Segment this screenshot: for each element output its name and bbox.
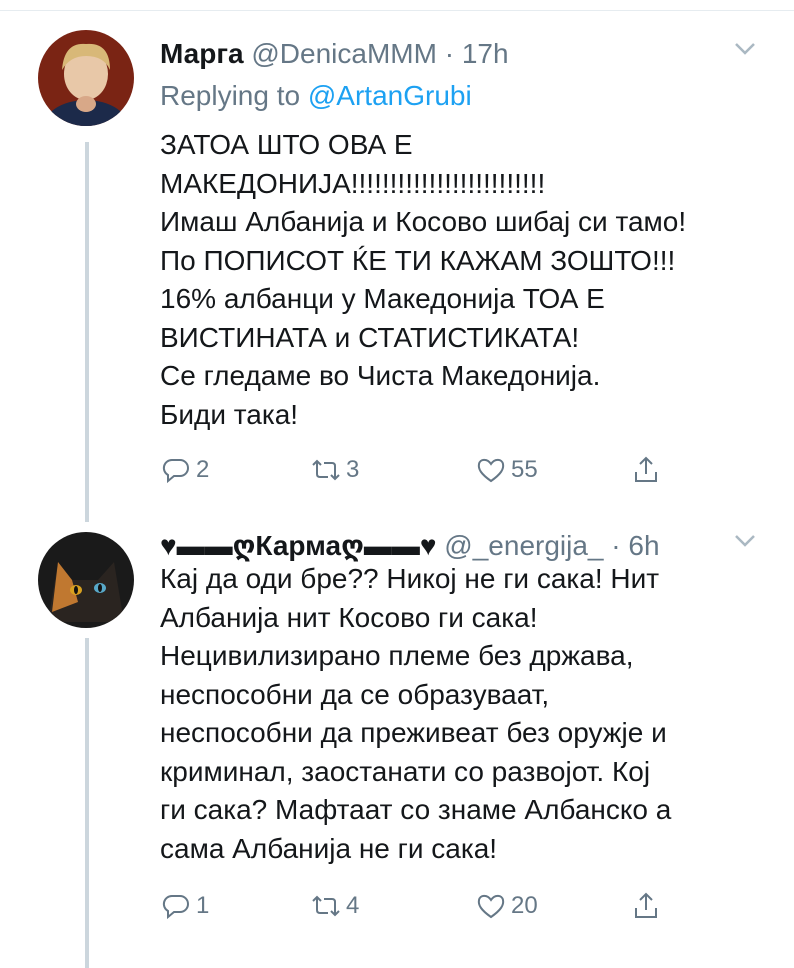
- retweet-count: 4: [346, 892, 360, 919]
- tweet-actions: 2 3 55: [160, 450, 720, 490]
- separator: ·: [611, 530, 621, 561]
- tweet-text-line: неспособни да се образуваат,: [160, 678, 550, 710]
- tweet-text-line: Биди така!: [160, 398, 299, 430]
- tweet-text: ЗАТОА ШТО ОВА Е МАКЕДОНИЈА!!!!!!!!!!!!!!…: [160, 126, 754, 434]
- retweet-icon: [312, 459, 340, 481]
- tweet[interactable]: Марга @DenicaMMM · 17h Replying to @Arta…: [0, 18, 794, 522]
- tweet-text-line: ЗАТОА ШТО ОВА Е: [160, 129, 413, 160]
- share-button[interactable]: [630, 450, 662, 490]
- tweet-text-line: неспособни да преживеат без оружје и: [160, 717, 667, 748]
- like-icon: [477, 458, 505, 483]
- display-name[interactable]: ♥▬▬ღКармаღ▬▬♥: [160, 530, 437, 561]
- reply-count: 2: [196, 456, 210, 483]
- reply-icon: [162, 894, 189, 920]
- retweet-button[interactable]: 3: [310, 450, 359, 490]
- tweet-text-line: Кај да оди бре?? Никој не ги сака! Нит: [160, 563, 660, 594]
- caret-down-icon[interactable]: [734, 42, 756, 56]
- retweet-icon: [312, 895, 340, 917]
- top-divider: [0, 0, 794, 11]
- tweet-header: Марга @DenicaMMM · 17h: [160, 34, 754, 74]
- reply-button[interactable]: 2: [160, 450, 209, 490]
- share-button[interactable]: [630, 886, 662, 926]
- tweet-text-line: криминал, заостанати со развојот. Кој: [160, 755, 651, 787]
- reply-button[interactable]: 1: [160, 886, 209, 926]
- replying-to: Replying to @ArtanGrubi: [160, 76, 472, 116]
- timestamp[interactable]: 6h: [628, 530, 659, 561]
- timestamp[interactable]: 17h: [462, 38, 509, 69]
- tweet[interactable]: ♥▬▬ღКармаღ▬▬♥ @_energija_ · 6h Кај да од…: [0, 510, 794, 968]
- handle[interactable]: @_energija_: [444, 530, 603, 561]
- share-icon: [635, 456, 657, 482]
- reply-count: 1: [196, 892, 210, 919]
- caret-down-icon[interactable]: [734, 534, 756, 548]
- thread-line: [85, 638, 89, 968]
- tweet-text-line: Се гледаме во Чиста Македонија.: [160, 360, 601, 391]
- thread-line: [85, 142, 89, 522]
- like-count: 20: [511, 892, 538, 919]
- tweet-text-line: Албанија нит Косово ги сака!: [160, 601, 538, 633]
- avatar[interactable]: [38, 30, 134, 126]
- retweet-button[interactable]: 4: [310, 886, 359, 926]
- tweet-text-line: ВИСТИНАТА и СТАТИСТИКАТА!: [160, 321, 580, 353]
- like-icon: [477, 894, 505, 919]
- tweet-text-line: 16% албанци у Македонија ТОА Е: [160, 283, 605, 314]
- avatar[interactable]: [38, 532, 134, 628]
- mention-link[interactable]: @ArtanGrubi: [308, 80, 472, 111]
- tweet-text-line: По ПОПИСОТ ЌЕ ТИ КАЖАМ ЗОШТО!!!: [160, 244, 676, 276]
- replying-prefix: Replying to: [160, 80, 301, 111]
- share-icon: [635, 892, 657, 918]
- tweet-text-line: МАКЕДОНИЈА!!!!!!!!!!!!!!!!!!!!!!!!!: [160, 167, 546, 199]
- tweet-text-line: ги сака? Мафтаат со знаме Албанско а: [160, 794, 672, 825]
- like-button[interactable]: 55: [475, 450, 538, 490]
- display-name[interactable]: Марга: [160, 38, 244, 69]
- retweet-count: 3: [346, 456, 360, 483]
- handle[interactable]: @DenicaMMM: [251, 38, 437, 69]
- tweet-text-line: Нецивилизирано племе без држава,: [160, 640, 634, 671]
- like-count: 55: [511, 456, 538, 483]
- tweet-text-line: Имаш Албанија и Косово шибај си тамо!: [160, 206, 687, 237]
- tweet-text: Кај да оди бре?? Никој не ги сака! Нит А…: [160, 560, 754, 868]
- tweet-text-line: сама Албанија не ги сака!: [160, 832, 498, 864]
- like-button[interactable]: 20: [475, 886, 538, 926]
- tweet-actions: 1 4 20: [160, 886, 720, 926]
- reply-icon: [162, 458, 189, 484]
- separator: ·: [444, 38, 455, 69]
